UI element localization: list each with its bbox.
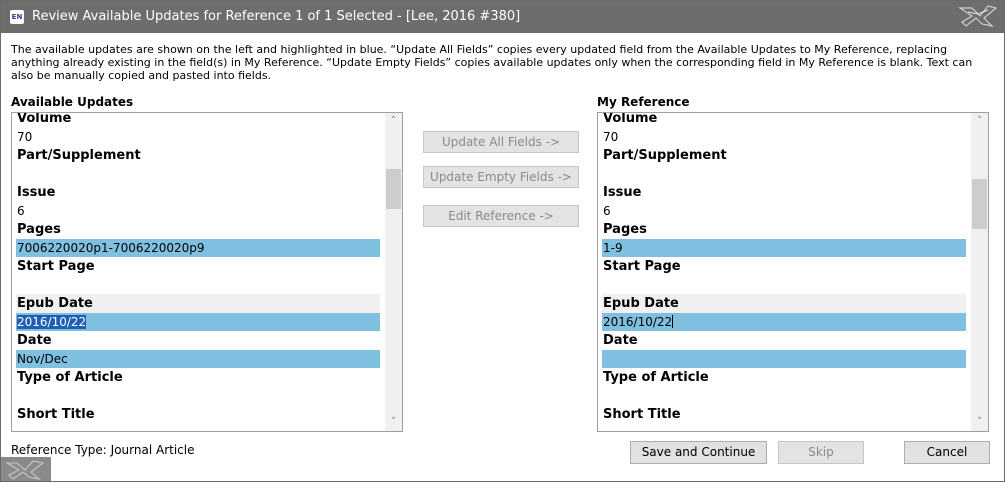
field-value-date[interactable]: Nov/Dec bbox=[16, 350, 380, 368]
instructions-text: The available updates are shown on the l… bbox=[11, 43, 973, 82]
field-value-epub-date[interactable]: 2016/10/22 bbox=[16, 313, 380, 331]
endnote-logo-icon bbox=[958, 5, 998, 27]
window-title: Review Available Updates for Reference 1… bbox=[32, 9, 521, 24]
field-label-short-title: Short Title bbox=[603, 407, 681, 422]
left-scroll-thumb[interactable] bbox=[386, 169, 401, 209]
field-value-type-of-article[interactable] bbox=[602, 387, 966, 405]
skip-button[interactable]: Skip bbox=[778, 441, 864, 464]
field-value-type-of-article[interactable] bbox=[16, 387, 380, 405]
field-value-part-supplement[interactable] bbox=[602, 165, 966, 183]
field-value-pages[interactable]: 1-9 bbox=[602, 239, 966, 257]
field-value-start-page[interactable] bbox=[602, 276, 966, 294]
right-scroll-thumb[interactable] bbox=[972, 179, 987, 229]
my-reference-fields: Volume 70 Part/Supplement Issue 6 Pages … bbox=[602, 112, 966, 424]
field-label-start-page: Start Page bbox=[17, 259, 95, 274]
available-updates-fields: Volume 70 Part/Supplement Issue 6 Pages … bbox=[16, 112, 380, 424]
field-value-epub-date[interactable]: 2016/10/22 bbox=[602, 313, 966, 331]
endnote-watermark-icon bbox=[1, 457, 51, 481]
field-label-pages: Pages bbox=[603, 222, 647, 237]
field-value-issue[interactable]: 6 bbox=[602, 202, 966, 220]
field-label-part-supplement: Part/Supplement bbox=[17, 148, 141, 163]
field-value-volume[interactable]: 70 bbox=[602, 128, 966, 146]
field-value-start-page[interactable] bbox=[16, 276, 380, 294]
field-value-volume[interactable]: 70 bbox=[16, 128, 380, 146]
available-updates-panel[interactable]: Volume 70 Part/Supplement Issue 6 Pages … bbox=[11, 112, 403, 432]
my-reference-panel[interactable]: Volume 70 Part/Supplement Issue 6 Pages … bbox=[597, 112, 989, 432]
field-label-issue: Issue bbox=[603, 185, 642, 200]
field-label-pages: Pages bbox=[17, 222, 61, 237]
field-label-issue: Issue bbox=[17, 185, 56, 200]
field-label-date: Date bbox=[17, 333, 52, 348]
field-value-pages[interactable]: 7006220020p1-7006220020p9 bbox=[16, 239, 380, 257]
scroll-down-icon[interactable]: ˅ bbox=[971, 414, 988, 431]
review-updates-dialog: EN Review Available Updates for Referenc… bbox=[0, 0, 1005, 482]
field-label-start-page: Start Page bbox=[603, 259, 681, 274]
field-label-epub-date: Epub Date bbox=[602, 294, 966, 313]
field-value-part-supplement[interactable] bbox=[16, 165, 380, 183]
cancel-button[interactable]: Cancel bbox=[904, 441, 990, 464]
edit-reference-button[interactable]: Edit Reference -> bbox=[423, 205, 579, 227]
available-updates-label: Available Updates bbox=[11, 95, 134, 109]
field-text: 2016/10/22 bbox=[603, 315, 673, 329]
update-empty-fields-button[interactable]: Update Empty Fields -> bbox=[423, 166, 579, 188]
right-scrollbar[interactable]: ˄ ˅ bbox=[971, 113, 988, 431]
reference-type-text: Reference Type: Journal Article bbox=[11, 443, 195, 457]
field-label-volume: Volume bbox=[17, 112, 72, 126]
field-label-date: Date bbox=[603, 333, 638, 348]
save-and-continue-button[interactable]: Save and Continue bbox=[630, 441, 767, 464]
update-all-fields-button[interactable]: Update All Fields -> bbox=[423, 131, 579, 153]
field-label-type-of-article: Type of Article bbox=[603, 370, 709, 385]
field-label-part-supplement: Part/Supplement bbox=[603, 148, 727, 163]
endnote-app-icon: EN bbox=[10, 10, 24, 24]
my-reference-label: My Reference bbox=[597, 95, 690, 109]
title-bar[interactable]: EN Review Available Updates for Referenc… bbox=[1, 1, 1004, 33]
field-label-volume: Volume bbox=[603, 112, 658, 126]
selected-text: 2016/10/22 bbox=[17, 315, 87, 329]
left-scrollbar[interactable]: ˄ ˅ bbox=[385, 113, 402, 431]
field-label-type-of-article: Type of Article bbox=[17, 370, 123, 385]
scroll-up-icon[interactable]: ˄ bbox=[385, 113, 402, 130]
text-caret bbox=[672, 315, 674, 328]
scroll-up-icon[interactable]: ˄ bbox=[971, 113, 988, 130]
field-value-date[interactable] bbox=[602, 350, 966, 368]
scroll-down-icon[interactable]: ˅ bbox=[385, 414, 402, 431]
field-label-epub-date: Epub Date bbox=[16, 294, 380, 313]
field-label-short-title: Short Title bbox=[17, 407, 95, 422]
field-value-issue[interactable]: 6 bbox=[16, 202, 380, 220]
